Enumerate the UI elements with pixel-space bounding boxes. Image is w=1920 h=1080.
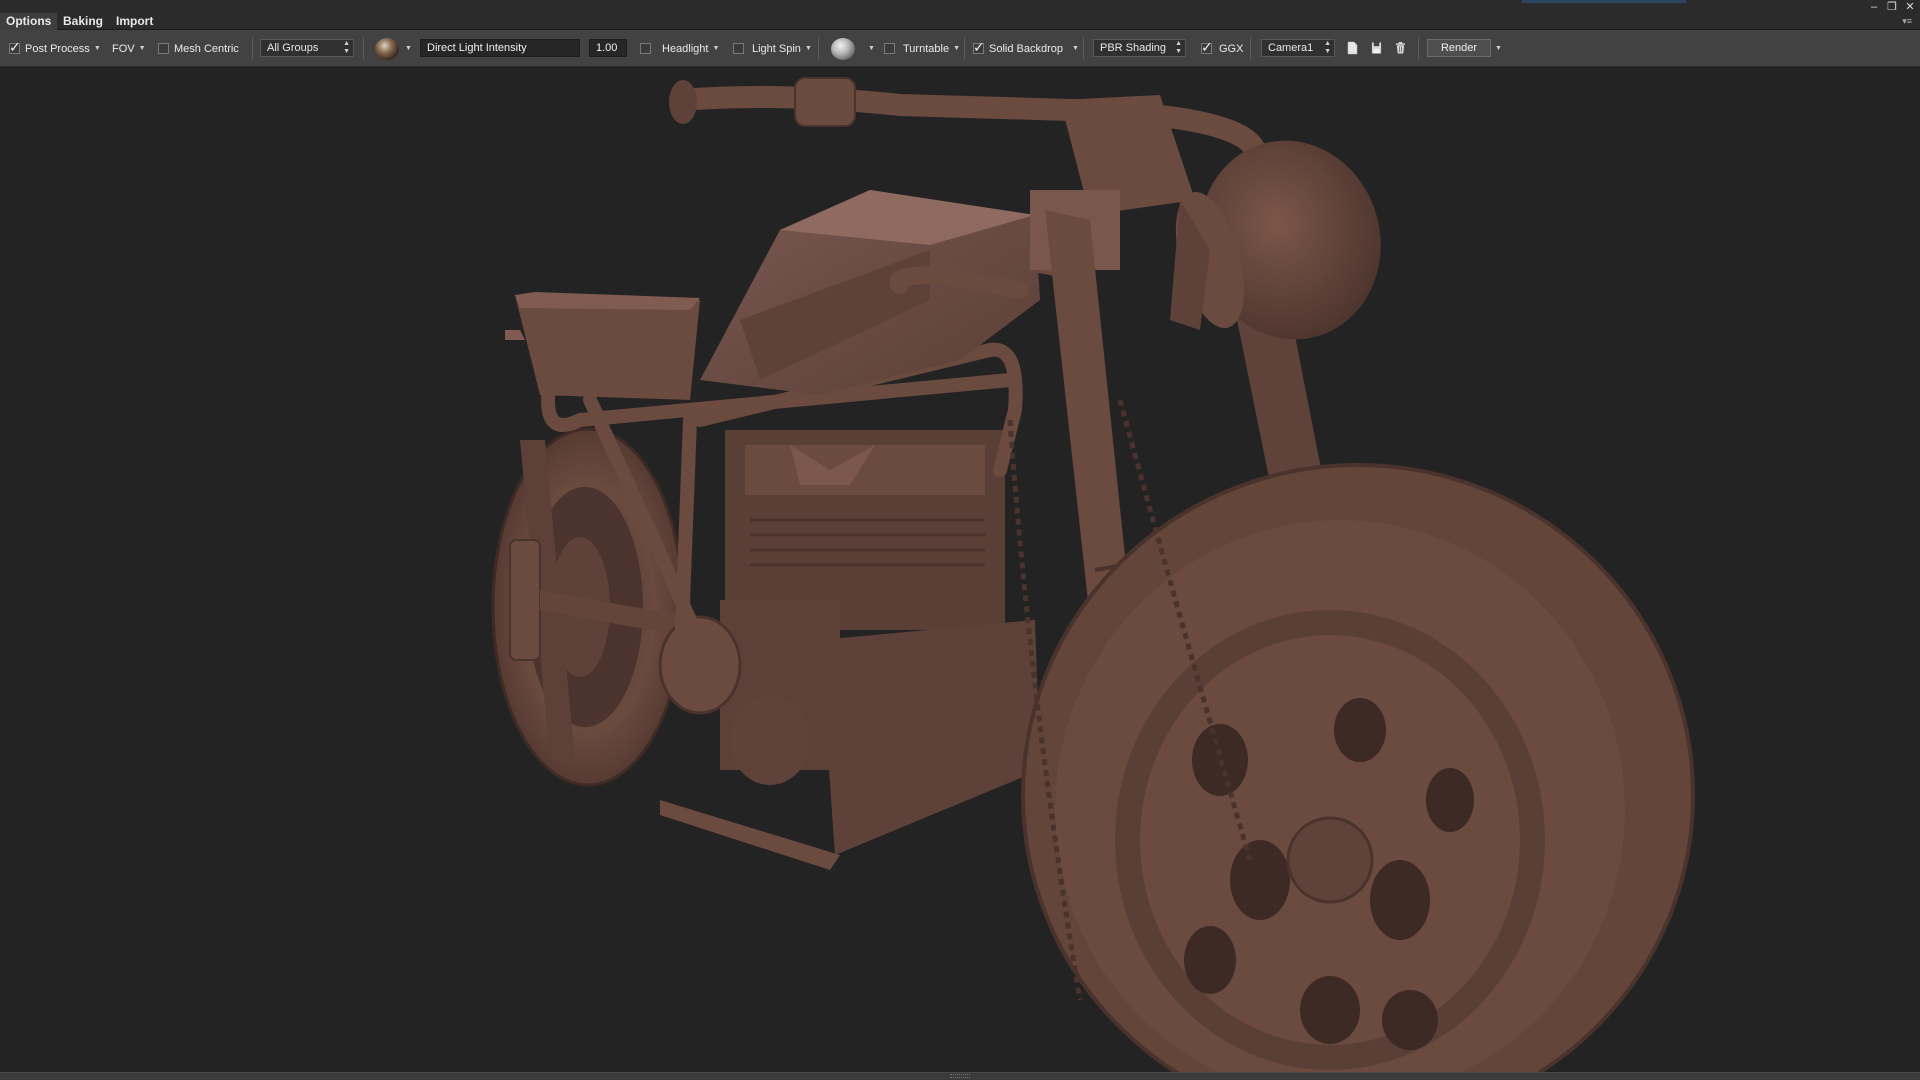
fov-label: FOV bbox=[112, 42, 135, 55]
solid-backdrop-checkbox[interactable] bbox=[973, 39, 985, 56]
environment-sphere-icon[interactable] bbox=[375, 38, 399, 60]
render-button[interactable]: Render bbox=[1427, 39, 1491, 57]
matcap-sphere-icon[interactable] bbox=[831, 38, 855, 60]
tab-options[interactable]: Options bbox=[0, 13, 58, 30]
mesh-centric-toggle[interactable]: Mesh Centric bbox=[158, 30, 239, 67]
chevron-down-icon[interactable]: ▼ bbox=[139, 45, 146, 52]
bottom-frame-rail bbox=[660, 800, 840, 870]
chevron-down-icon[interactable]: ▼ bbox=[805, 45, 812, 52]
material-dropdown[interactable]: ▼ bbox=[864, 30, 875, 67]
close-icon[interactable]: ✕ bbox=[1902, 1, 1918, 13]
spinner-icon: ▲ ▼ bbox=[1324, 40, 1331, 55]
camera-select-value: Camera1 bbox=[1268, 42, 1314, 54]
fov-dropdown[interactable]: FOV ▼ bbox=[112, 30, 146, 67]
toolbar-divider bbox=[818, 37, 819, 60]
chevron-down-icon[interactable]: ▼ bbox=[868, 45, 875, 52]
chevron-down-icon[interactable]: ▼ bbox=[712, 45, 719, 52]
mesh-centric-checkbox[interactable] bbox=[158, 43, 169, 54]
toolbar-divider bbox=[363, 37, 364, 60]
save-camera-icon[interactable] bbox=[1371, 41, 1382, 55]
toolbar-divider bbox=[252, 37, 253, 60]
restore-icon[interactable]: ❐ bbox=[1884, 1, 1900, 13]
environment-dropdown[interactable]: ▼ bbox=[401, 30, 412, 67]
ggx-label: GGX bbox=[1219, 42, 1244, 55]
motorcycle-model bbox=[491, 77, 1695, 1072]
skid-plate bbox=[820, 620, 1040, 855]
mesh-centric-label: Mesh Centric bbox=[174, 42, 239, 55]
chevron-down-icon[interactable]: ▼ bbox=[1072, 45, 1079, 52]
delete-camera-icon[interactable] bbox=[1395, 41, 1406, 55]
seat bbox=[505, 292, 700, 400]
resize-grip-icon[interactable] bbox=[950, 1074, 970, 1078]
groups-select-value: All Groups bbox=[267, 42, 319, 54]
post-process-label: Post Process bbox=[25, 42, 90, 55]
menu-bar: Options Baking Import – ❐ ✕ ▾≡ bbox=[0, 0, 1920, 30]
chevron-down-icon[interactable]: ▼ bbox=[405, 45, 412, 52]
chevron-down-icon[interactable]: ▼ bbox=[94, 45, 101, 52]
turntable-label: Turntable bbox=[903, 42, 950, 55]
shading-select[interactable]: PBR Shading ▲ ▼ bbox=[1093, 39, 1186, 57]
spinner-icon: ▲ ▼ bbox=[1175, 40, 1182, 55]
toolbar-divider bbox=[1418, 37, 1419, 60]
new-camera-icon[interactable] bbox=[1347, 41, 1358, 55]
headlight-toggle[interactable]: Headlight ▼ bbox=[640, 30, 719, 67]
ggx-toggle[interactable]: GGX bbox=[1201, 30, 1243, 67]
headlight-label: Headlight bbox=[662, 42, 709, 55]
shading-select-value: PBR Shading bbox=[1100, 42, 1167, 54]
light-spin-toggle[interactable]: Light Spin ▼ bbox=[733, 30, 812, 67]
camera-select[interactable]: Camera1 ▲ ▼ bbox=[1261, 39, 1335, 57]
ggx-checkbox[interactable] bbox=[1201, 39, 1213, 56]
solid-backdrop-label: Solid Backdrop bbox=[989, 42, 1063, 55]
chevron-down-icon[interactable]: ▼ bbox=[1495, 45, 1502, 52]
post-process-checkbox[interactable] bbox=[9, 39, 21, 56]
toolbar-divider bbox=[964, 37, 965, 60]
toolbar-divider bbox=[1083, 37, 1084, 60]
overflow-menu-icon[interactable]: ▾≡ bbox=[1902, 16, 1912, 27]
render-options-dropdown[interactable]: ▼ bbox=[1491, 30, 1502, 67]
headlight-checkbox[interactable] bbox=[640, 43, 651, 54]
spinner-icon: ▲ ▼ bbox=[343, 40, 350, 55]
groups-select[interactable]: All Groups ▲ ▼ bbox=[260, 39, 354, 57]
minimize-icon[interactable]: – bbox=[1866, 1, 1882, 13]
viewer-toolbar: Post Process ▼ FOV ▼ Mesh Centric All Gr… bbox=[0, 30, 1920, 67]
turntable-toggle[interactable]: Turntable ▼ bbox=[884, 30, 960, 67]
3d-viewport[interactable] bbox=[0, 67, 1920, 1072]
toolbar-divider bbox=[1250, 37, 1251, 60]
tab-import[interactable]: Import bbox=[110, 13, 159, 30]
post-process-toggle[interactable]: Post Process ▼ bbox=[9, 30, 101, 67]
chevron-down-icon[interactable]: ▼ bbox=[953, 45, 960, 52]
light-parameter-field[interactable]: Direct Light Intensity bbox=[420, 39, 580, 57]
solid-backdrop-toggle[interactable]: Solid Backdrop ▼ bbox=[973, 30, 1079, 67]
status-bar bbox=[0, 1072, 1920, 1080]
title-accent-bar bbox=[1522, 0, 1686, 3]
tab-baking[interactable]: Baking bbox=[57, 13, 109, 30]
light-value-field[interactable]: 1.00 bbox=[589, 39, 627, 57]
light-spin-checkbox[interactable] bbox=[733, 43, 744, 54]
turntable-checkbox[interactable] bbox=[884, 43, 895, 54]
light-spin-label: Light Spin bbox=[752, 42, 801, 55]
headlight-lamp bbox=[1170, 140, 1381, 340]
